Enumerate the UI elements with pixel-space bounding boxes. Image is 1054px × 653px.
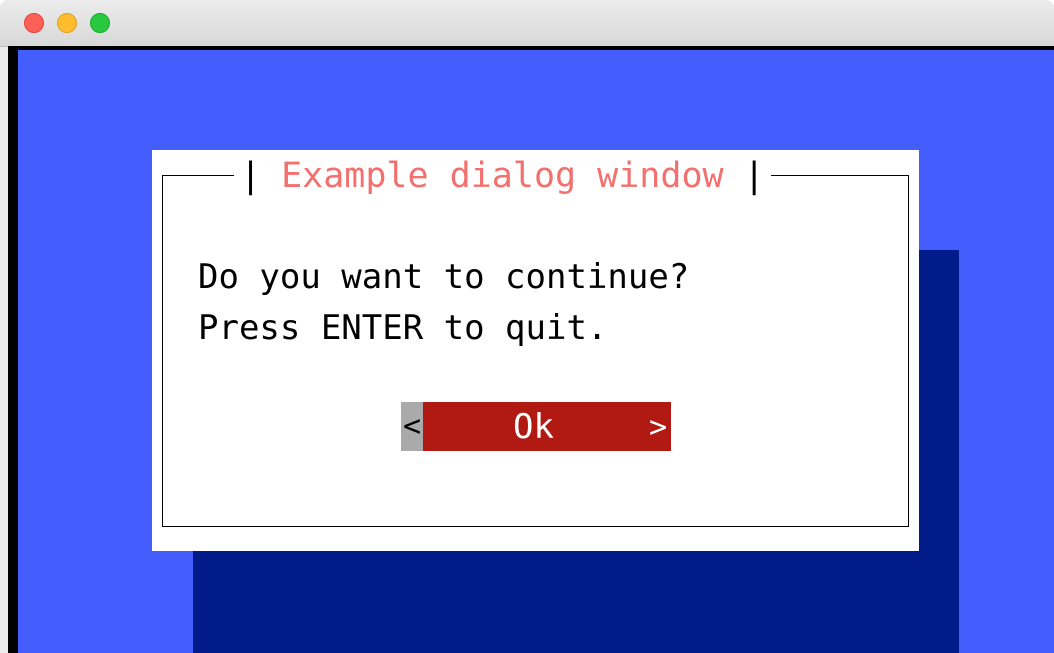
ok-button-label[interactable]: Ok [513, 407, 554, 447]
message-line-1: Do you want to continue? [198, 257, 690, 297]
title-right-bar: | [743, 156, 765, 196]
close-window-button[interactable] [24, 13, 44, 33]
window-titlebar [0, 0, 1054, 47]
dialog-title: Example dialog window [281, 156, 724, 196]
minimize-window-button[interactable] [57, 13, 77, 33]
maximize-window-button[interactable] [90, 13, 110, 33]
dialog-title-bar: | Example dialog window | [234, 154, 771, 198]
ok-button[interactable]: < Ok > [401, 402, 671, 451]
dialog-message: Do you want to continue? Press ENTER to … [198, 252, 689, 354]
example-dialog: | Example dialog window | Do you want to… [152, 150, 919, 551]
app-window: | Example dialog window | Do you want to… [0, 0, 1054, 653]
message-line-2: Press ENTER to quit. [198, 308, 608, 348]
ok-button-left-marker[interactable]: < [401, 402, 423, 451]
ok-button-body[interactable]: Ok > [423, 402, 671, 451]
ok-button-right-marker[interactable]: > [649, 410, 667, 445]
title-left-bar: | [240, 156, 262, 196]
